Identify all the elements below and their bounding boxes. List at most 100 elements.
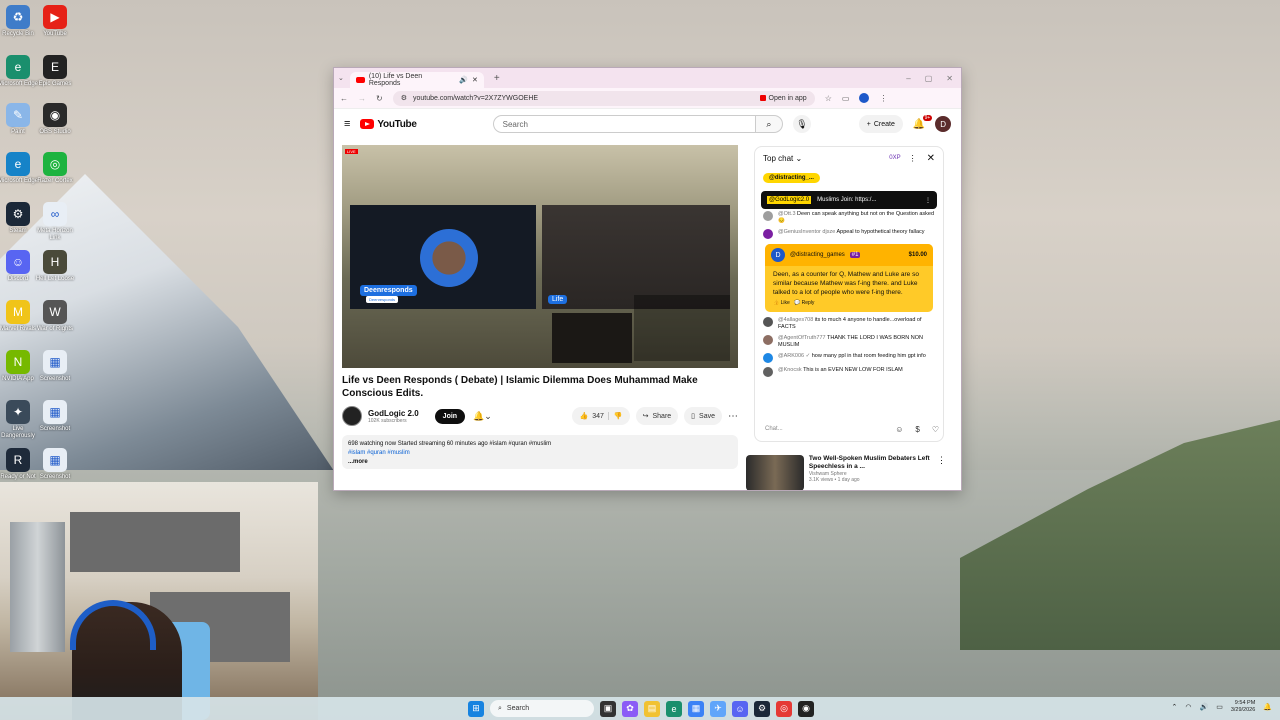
super-chat-like[interactable]: 👍 Like <box>773 300 790 306</box>
join-button[interactable]: Join <box>434 408 466 424</box>
profile-icon[interactable] <box>859 93 870 103</box>
chat-input[interactable]: Chat... ☺ $ ♡ <box>761 421 939 437</box>
save-button[interactable]: ▯ Save <box>684 407 722 425</box>
more-actions-icon[interactable]: ⋯ <box>728 411 738 422</box>
chat-close-icon[interactable]: ✕ <box>927 153 935 164</box>
voice-search-button[interactable]: 🎙 <box>793 115 811 133</box>
banner-menu-icon[interactable]: ⋮ <box>925 197 931 204</box>
recommended-thumbnail[interactable] <box>746 455 804 490</box>
chat-menu-icon[interactable]: ⋮ <box>909 154 917 163</box>
dislike-icon[interactable]: 👎 <box>607 412 623 420</box>
account-avatar[interactable]: D <box>935 116 951 132</box>
super-chat-text: Deen, as a counter for Q, Mathew and Luk… <box>773 271 919 296</box>
maximize-icon[interactable]: ▢ <box>925 74 933 83</box>
chat-author-avatar[interactable] <box>763 317 773 327</box>
hamburger-menu-icon[interactable]: ≡ <box>344 118 350 130</box>
desktop-icon[interactable]: ∞ Meta Horizon Link <box>32 202 78 242</box>
notification-bell-icon[interactable]: 🔔 <box>1263 703 1272 711</box>
cast-icon[interactable]: ▭ <box>842 94 850 103</box>
chat-author[interactable]: @GeniusInventor djsze <box>778 229 836 235</box>
channel-name[interactable]: GodLogic 2.0 <box>368 409 419 418</box>
chat-banner[interactable]: @GodLogic2.0 Muslims Join: https:/... ⋮ <box>761 191 937 209</box>
omnibox[interactable]: ⚙ youtube.com/watch?v=2X7ZYWGOEHE Open i… <box>392 90 815 106</box>
site-info-icon[interactable]: ⚙ <box>401 94 407 102</box>
desktop-icon[interactable]: ◎ Razer Cortex <box>32 152 78 185</box>
photos-icon[interactable]: ✈ <box>710 700 726 717</box>
recommended-video[interactable]: Two Well-Spoken Muslim Debaters Left Spe… <box>746 455 946 490</box>
battery-icon[interactable]: ▭ <box>1216 703 1223 711</box>
chat-author[interactable]: @4allages708 <box>778 317 815 323</box>
steam-icon[interactable]: ⚙ <box>754 700 770 717</box>
description-box[interactable]: 698 watching now Started streaming 60 mi… <box>342 435 738 469</box>
tab-list-icon[interactable]: ⌄ <box>338 74 344 82</box>
chat-author[interactable]: @Knocsk <box>778 367 803 373</box>
wifi-icon[interactable]: ◠ <box>1185 703 1191 711</box>
reload-icon[interactable]: ↻ <box>376 94 383 103</box>
emoji-icon[interactable]: ☺ <box>895 425 903 434</box>
file-explorer-icon[interactable]: ▤ <box>644 700 660 717</box>
store-icon[interactable]: ▦ <box>688 700 704 717</box>
recommended-title[interactable]: Two Well-Spoken Muslim Debaters Left Spe… <box>809 455 932 471</box>
desktop-icon[interactable]: ▦ Screenshot <box>32 448 78 481</box>
back-icon[interactable]: ← <box>340 94 348 103</box>
desktop-icon[interactable]: H Hell Let Loose <box>32 250 78 283</box>
video-player[interactable]: LIVE Deenresponds Deenresponds Life <box>342 145 738 368</box>
task-view-icon[interactable]: ▣ <box>600 700 616 717</box>
edge-icon[interactable]: e <box>666 700 682 717</box>
bookmark-star-icon[interactable]: ☆ <box>825 94 832 103</box>
desktop-icon[interactable]: ◉ OBS Studio <box>32 103 78 136</box>
chat-author-avatar[interactable] <box>763 367 773 377</box>
chat-author[interactable]: @Ott.3 <box>778 211 797 217</box>
taskbar-search[interactable]: ⌕ Search <box>490 700 594 717</box>
xp-counter[interactable]: 0XP <box>889 155 900 161</box>
channel-avatar[interactable] <box>342 406 362 426</box>
chat-mode-dropdown[interactable]: Top chat ⌄ <box>763 154 802 163</box>
chat-author-avatar[interactable] <box>763 229 773 239</box>
description-more[interactable]: ...more <box>348 458 732 467</box>
heart-icon[interactable]: ♡ <box>932 425 939 434</box>
minimize-icon[interactable]: – <box>906 74 910 83</box>
start-icon[interactable]: ⊞ <box>468 700 484 717</box>
browser-tab[interactable]: (10) Life vs Deen Responds 🔊 ✕ <box>349 72 484 88</box>
pinned-supporter[interactable]: @distracting_... <box>763 173 820 183</box>
obs-icon[interactable]: ◉ <box>798 700 814 717</box>
tray-chevron-icon[interactable]: ⌃ <box>1171 703 1177 711</box>
desktop-icon[interactable]: W War of Rights <box>32 300 78 333</box>
description-tags[interactable]: #islam #quran #muslim <box>348 449 732 458</box>
window-close-icon[interactable]: ✕ <box>946 74 953 83</box>
super-chat-reply[interactable]: 💬 Reply <box>794 300 814 306</box>
copilot-icon[interactable]: ✿ <box>622 700 638 717</box>
video-title: Life vs Deen Responds ( Debate) | Islami… <box>342 375 698 399</box>
subscription-bell-icon[interactable]: 🔔⌄ <box>473 411 492 422</box>
chrome-icon[interactable]: ◎ <box>776 700 792 717</box>
browser-menu-icon[interactable]: ⋮ <box>879 94 887 103</box>
create-button[interactable]: + Create <box>858 115 903 133</box>
desktop-icon[interactable]: ▦ Screenshot <box>32 400 78 433</box>
tab-close-icon[interactable]: ✕ <box>472 76 478 84</box>
recommended-menu-icon[interactable]: ⋮ <box>937 455 946 490</box>
desktop-icon[interactable]: E Epic Games <box>32 55 78 88</box>
chat-author[interactable]: @ARK006 ✓ <box>778 353 812 359</box>
open-in-app-button[interactable]: Open in app <box>759 95 807 102</box>
search-input[interactable]: Search <box>492 115 756 133</box>
chat-author-avatar[interactable] <box>763 211 773 221</box>
chat-author[interactable]: @AgentOfTruth777 <box>778 335 827 341</box>
clock[interactable]: 9:54 PM 3/29/2026 <box>1231 700 1255 714</box>
notifications-button[interactable]: 🔔 9+ <box>913 114 933 130</box>
new-tab-icon[interactable]: + <box>494 73 500 84</box>
like-dislike-button[interactable]: 👍 347 👎 <box>572 407 630 425</box>
volume-icon[interactable]: 🔊 <box>1199 703 1208 711</box>
share-button[interactable]: ↪ Share <box>635 407 679 425</box>
forward-icon[interactable]: → <box>358 94 366 103</box>
search-button[interactable]: ⌕ <box>755 115 784 133</box>
chat-author-avatar[interactable] <box>763 335 773 345</box>
chat-author-avatar[interactable] <box>763 353 773 363</box>
chat-message: @ARK006 ✓ how many ppl in that room feed… <box>755 351 943 365</box>
super-chat-icon[interactable]: $ <box>915 425 919 434</box>
banner-text: Muslims Join: https:/... <box>817 197 877 203</box>
discord-icon[interactable]: ☺ <box>732 700 748 717</box>
youtube-logo[interactable]: YouTube <box>360 119 417 130</box>
desktop-icon-label: Razer Cortex <box>37 178 73 184</box>
desktop-icon[interactable]: ▦ Screenshot <box>32 350 78 383</box>
desktop-icon[interactable]: ▶ YouTube <box>32 5 78 38</box>
